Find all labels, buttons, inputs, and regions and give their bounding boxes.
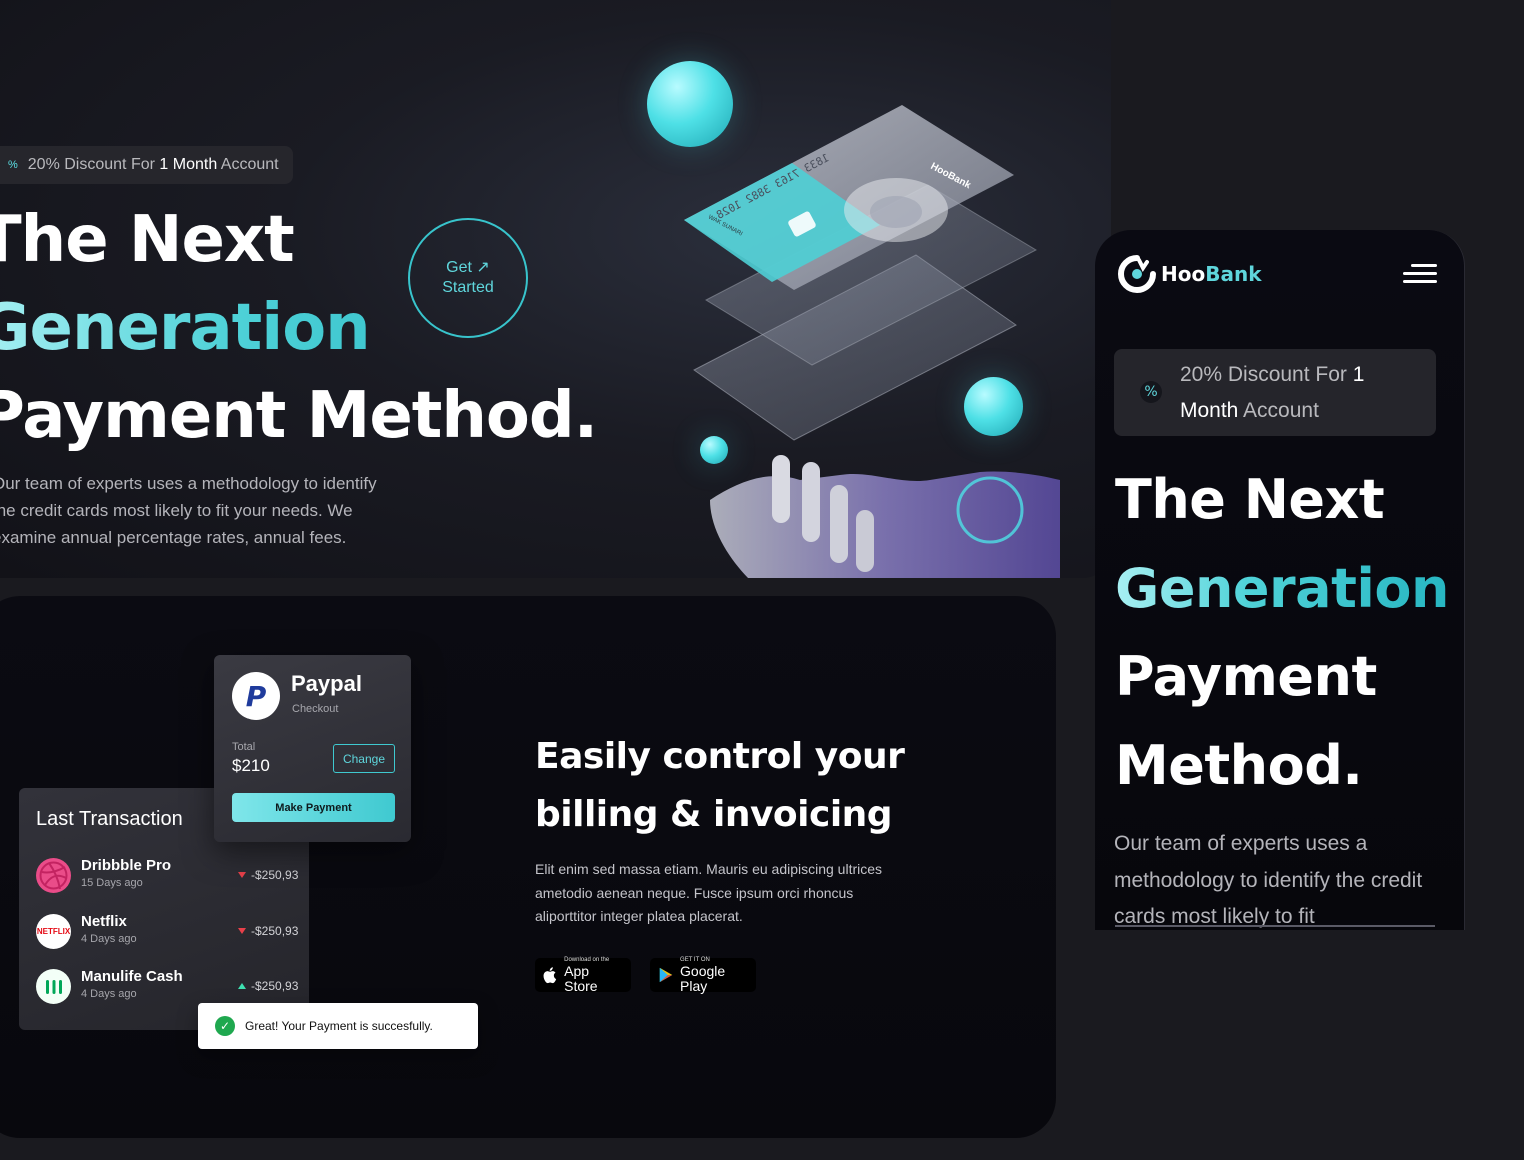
google-play-button[interactable]: GET IT ON Google Play (650, 957, 756, 994)
arrow-up-right-icon: ↗ (476, 259, 490, 276)
canvas: % 20% Discount For 1 Month Account The N… (0, 0, 1524, 1160)
paypal-subtitle: Checkout (292, 703, 339, 715)
transaction-date: 4 Days ago (81, 988, 137, 1000)
mobile-heading-line4: Method. (1115, 733, 1363, 797)
mobile-heading-line1: The Next (1115, 468, 1385, 531)
paypal-logo-icon: P (232, 672, 280, 720)
hoobank-logo[interactable]: HooBank (1117, 254, 1262, 294)
last-transaction-title: Last Transaction (36, 808, 183, 830)
mobile-hero-paragraph: Our team of experts uses a methodology t… (1114, 832, 1423, 928)
mobile-discount-badge: % 20% Discount For 1 Month Account (1114, 349, 1436, 436)
hero-paragraph: Our team of experts uses a methodology t… (0, 474, 377, 547)
hoobank-logo-icon (1118, 255, 1156, 293)
get-started-line2: Started (442, 279, 494, 296)
robot-finger-2 (802, 462, 820, 542)
mobile-discount-text: 20% Discount For 1 Month Account (1180, 363, 1365, 422)
transaction-name: Dribbble Pro (81, 857, 172, 874)
check-circle-icon: ✓ (215, 1016, 235, 1036)
percent-icon: % (1140, 381, 1162, 403)
robot-finger-1 (772, 455, 790, 523)
netflix-icon: NETFLIX (36, 914, 71, 949)
percent-icon: % (8, 159, 18, 171)
billing-paragraph: Elit enim sed massa etiam. Mauris eu adi… (535, 861, 883, 924)
google-play-label: Google Play (680, 962, 726, 994)
transaction-row[interactable]: Dribbble Pro 15 Days ago -$250,93 (36, 856, 298, 896)
billing-heading: Easily control your billing & invoicing (535, 736, 905, 835)
hoobank-logo-text: HooBank (1161, 262, 1262, 286)
make-payment-button[interactable]: Make Payment (232, 793, 395, 822)
transaction-amount: -$250,93 (238, 868, 298, 882)
app-store-button[interactable]: Download on the App Store (535, 957, 631, 994)
mobile-scroll-divider (1115, 925, 1435, 927)
mobile-preview: HooBank % 20% Discount For 1 Month Accoun… (1095, 230, 1465, 930)
hero-panel: % 20% Discount For 1 Month Account The N… (0, 0, 1111, 578)
transaction-date: 4 Days ago (81, 933, 137, 945)
transaction-row[interactable]: Manulife Cash 4 Days ago -$250,93 (36, 967, 298, 1007)
get-started-line1: Get ↗ (446, 259, 490, 276)
get-started-button[interactable]: Get ↗ Started (408, 218, 528, 338)
paypal-checkout-card: P Paypal Checkout Total $210 Change Make… (214, 655, 411, 842)
transaction-amount: -$250,93 (238, 924, 298, 938)
transaction-date: 15 Days ago (81, 877, 143, 889)
app-store-label: App Store (564, 962, 598, 994)
total-label: Total (232, 741, 256, 753)
card-emblem-inner (870, 196, 922, 228)
google-play-icon (659, 967, 673, 983)
credit-cards-illustration: 1833 7163 3882 1028 HooBank WAK SUNARI (684, 105, 1060, 578)
discount-text: 20% Discount For 1 Month Account (27, 156, 279, 173)
trend-up-icon (238, 983, 246, 989)
paypal-title: Paypal (291, 671, 362, 696)
transaction-name: Manulife Cash (81, 968, 183, 985)
robot-finger-4 (856, 510, 874, 572)
transaction-row[interactable]: NETFLIX Netflix 4 Days ago -$250,93 (36, 912, 298, 952)
robot-finger-3 (830, 485, 848, 563)
total-value: $210 (232, 756, 270, 775)
transaction-amount: -$250,93 (238, 979, 298, 993)
trend-down-icon (238, 872, 246, 878)
transaction-name: Netflix (81, 913, 127, 930)
toast-message: Great! Your Payment is succesfully. (245, 1019, 433, 1033)
change-button[interactable]: Change (333, 744, 395, 773)
mobile-heading-line3: Payment (1115, 645, 1377, 708)
discount-badge: % 20% Discount For 1 Month Account (0, 146, 293, 184)
hero-heading-line3: Payment Method. (0, 379, 598, 453)
mobile-heading-line2: Generation (1115, 545, 1449, 634)
mobile-hero-heading: The Next Generation Payment Method. (1115, 456, 1449, 810)
trend-down-icon (238, 928, 246, 934)
robot-hand (710, 471, 1060, 578)
success-toast: ✓ Great! Your Payment is succesfully. (198, 1003, 478, 1049)
dribbble-icon (36, 858, 71, 893)
manulife-icon (36, 969, 71, 1004)
hamburger-menu-icon[interactable] (1403, 264, 1437, 284)
apple-icon (543, 967, 557, 984)
